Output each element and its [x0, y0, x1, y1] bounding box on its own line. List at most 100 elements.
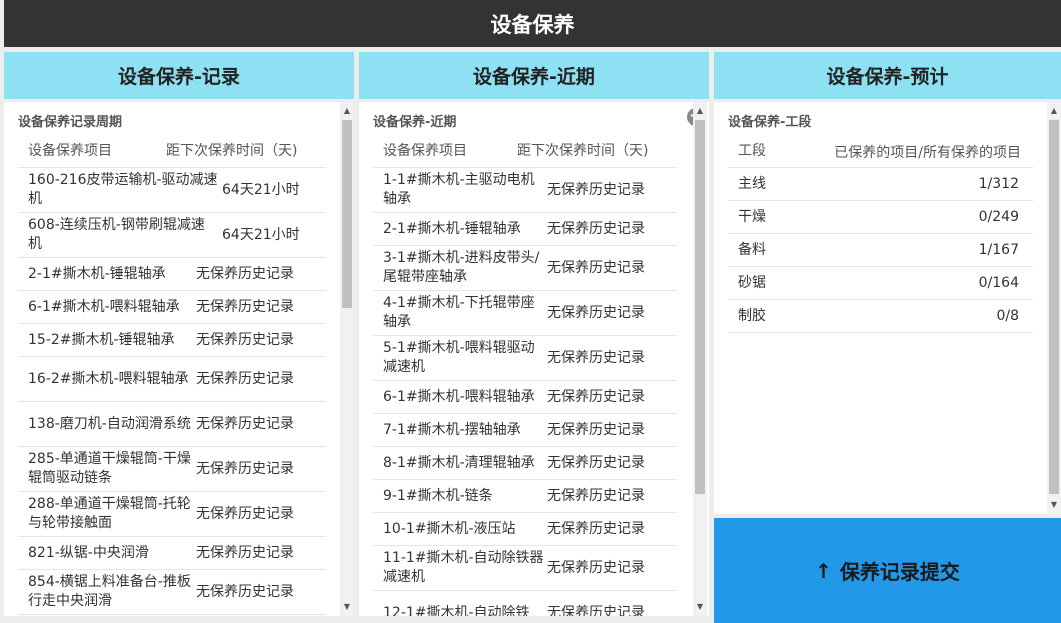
- stage-row[interactable]: 主线 1/312: [728, 168, 1033, 201]
- record-row-value: 无保养历史记录: [196, 505, 294, 522]
- record-row[interactable]: 285-单通道干燥辊筒-干燥辊筒驱动链条 无保养历史记录: [18, 447, 326, 492]
- forecast-scrollbar[interactable]: ▲ ▼: [1047, 102, 1061, 514]
- record-row[interactable]: 608-连续压机-钢带刷辊减速机 64天21小时: [18, 213, 326, 258]
- recent-row[interactable]: 5-1#撕木机-喂料辊驱动减速机 无保养历史记录: [373, 336, 677, 381]
- recent-col-item: 设备保养项目: [383, 143, 467, 159]
- recent-row[interactable]: 11-1#撕木机-自动除铁器减速机 无保养历史记录: [373, 546, 677, 591]
- recent-panel[interactable]: 设备保养-近期 ··· 设备保养项目 距下次保养时间（天) 1-1#撕木机-主驱…: [359, 102, 709, 616]
- record-row[interactable]: 160-216皮带运输机-驱动减速机 64天21小时: [18, 168, 326, 213]
- record-row[interactable]: 821-纵锯-中央润滑 无保养历史记录: [18, 537, 326, 570]
- stage-row-ratio: 1/312: [978, 176, 1019, 192]
- scroll-up-arrow-icon[interactable]: ▲: [693, 104, 707, 118]
- record-scrollbar-thumb[interactable]: [342, 120, 352, 308]
- record-list-header: 设备保养项目 距下次保养时间（天): [18, 136, 326, 168]
- panel-header-recent-title: 设备保养-近期: [473, 66, 595, 88]
- record-row-value: 无保养历史记录: [196, 298, 294, 315]
- record-row-item: 821-纵锯-中央润滑: [28, 544, 149, 561]
- scroll-up-arrow-icon[interactable]: ▲: [1047, 104, 1061, 118]
- stage-row-name: 主线: [738, 175, 766, 192]
- record-row[interactable]: 15-2#撕木机-锤辊轴承 无保养历史记录: [18, 324, 326, 357]
- recent-row-value: 无保养历史记录: [547, 304, 645, 321]
- recent-row-item: 11-1#撕木机-自动除铁器减速机: [383, 550, 544, 585]
- record-row-item: 16-2#撕木机-喂料辊轴承: [28, 370, 189, 387]
- recent-row-item: 4-1#撕木机-下托辊带座轴承: [383, 295, 535, 330]
- recent-row[interactable]: 9-1#撕木机-链条 无保养历史记录: [373, 480, 677, 513]
- recent-row[interactable]: 6-1#撕木机-喂料辊轴承 无保养历史记录: [373, 381, 677, 414]
- panel-header-record: 设备保养-记录: [4, 52, 354, 99]
- stage-row[interactable]: 砂锯 0/164: [728, 267, 1033, 300]
- forecast-scrollbar-thumb[interactable]: [1049, 120, 1059, 494]
- scroll-up-arrow-icon[interactable]: ▲: [340, 104, 354, 118]
- record-row-item: 2-1#撕木机-锤辊轴承: [28, 265, 166, 282]
- stage-table: 工段 已保养的项目/所有保养的项目 主线 1/312 干燥 0/249 备料 1…: [728, 136, 1033, 333]
- panel-header-record-title: 设备保养-记录: [118, 66, 240, 88]
- arrow-up-icon: ↑: [815, 558, 832, 583]
- recent-row-value: 无保养历史记录: [547, 259, 645, 276]
- stage-col-name: 工段: [738, 143, 766, 159]
- record-row[interactable]: 288-单通道干燥辊筒-托轮与轮带接触面 无保养历史记录: [18, 492, 326, 537]
- recent-row-value: 无保养历史记录: [547, 388, 645, 405]
- recent-row-value: 无保养历史记录: [547, 487, 645, 504]
- recent-row-item: 8-1#撕木机-清理辊轴承: [383, 454, 535, 471]
- recent-scrollbar-thumb[interactable]: [695, 120, 705, 494]
- stage-row-name: 备料: [738, 241, 766, 258]
- scroll-down-arrow-icon[interactable]: ▼: [340, 600, 354, 614]
- panel-header-recent: 设备保养-近期: [359, 52, 709, 99]
- submit-maintenance-record-button[interactable]: ↑ 保养记录提交: [714, 518, 1061, 623]
- recent-row[interactable]: 3-1#撕木机-进料皮带头/尾辊带座轴承 无保养历史记录: [373, 246, 677, 291]
- recent-row[interactable]: 4-1#撕木机-下托辊带座轴承 无保养历史记录: [373, 291, 677, 336]
- record-row[interactable]: 2-1#撕木机-锤辊轴承 无保养历史记录: [18, 258, 326, 291]
- record-row-item: 6-1#撕木机-喂料辊轴承: [28, 298, 180, 315]
- record-row[interactable]: 854-横锯上料准备台-推板行走中央润滑 无保养历史记录: [18, 570, 326, 615]
- record-panel[interactable]: 设备保养记录周期 设备保养项目 距下次保养时间（天) 160-216皮带运输机-…: [4, 102, 354, 616]
- recent-row[interactable]: 1-1#撕木机-主驱动电机轴承 无保养历史记录: [373, 168, 677, 213]
- panel-header-forecast: 设备保养-预计: [714, 52, 1061, 99]
- record-row-item: 854-横锯上料准备台-推板行走中央润滑: [28, 574, 191, 609]
- recent-row-item: 3-1#撕木机-进料皮带头/尾辊带座轴承: [383, 250, 540, 285]
- forecast-panel[interactable]: 设备保养-工段 工段 已保养的项目/所有保养的项目 主线 1/312 干燥 0/…: [714, 102, 1061, 514]
- record-row-value: 无保养历史记录: [196, 415, 294, 432]
- record-row[interactable]: 138-磨刀机-自动润滑系统 无保养历史记录: [18, 402, 326, 447]
- recent-row-item: 10-1#撕木机-液压站: [383, 520, 516, 537]
- recent-row-item: 5-1#撕木机-喂料辊驱动减速机: [383, 340, 535, 375]
- recent-row[interactable]: 12-1#撕木机-自动除铁 无保养历史记录: [373, 591, 677, 617]
- record-scrollbar[interactable]: ▲ ▼: [340, 102, 354, 616]
- recent-row-item: 2-1#撕木机-锤辊轴承: [383, 220, 521, 237]
- record-col-time: 距下次保养时间（天): [166, 143, 298, 159]
- recent-row-value: 无保养历史记录: [547, 604, 645, 617]
- record-list: 设备保养项目 距下次保养时间（天) 160-216皮带运输机-驱动减速机 64天…: [18, 136, 326, 615]
- stage-row[interactable]: 制胶 0/8: [728, 300, 1033, 333]
- record-row-item: 138-磨刀机-自动润滑系统: [28, 415, 191, 432]
- recent-row-value: 无保养历史记录: [547, 181, 645, 198]
- recent-row[interactable]: 10-1#撕木机-液压站 无保养历史记录: [373, 513, 677, 546]
- record-row[interactable]: 6-1#撕木机-喂料辊轴承 无保养历史记录: [18, 291, 326, 324]
- stage-row[interactable]: 备料 1/167: [728, 234, 1033, 267]
- recent-row-value: 无保养历史记录: [547, 454, 645, 471]
- record-row-value: 无保养历史记录: [196, 265, 294, 282]
- record-row[interactable]: 16-2#撕木机-喂料辊轴承 无保养历史记录: [18, 357, 326, 402]
- record-col-item: 设备保养项目: [28, 143, 112, 159]
- scroll-down-arrow-icon[interactable]: ▼: [693, 600, 707, 614]
- record-row-value: 无保养历史记录: [196, 583, 294, 600]
- forecast-section-title: 设备保养-工段: [728, 115, 812, 130]
- record-section-title: 设备保养记录周期: [18, 115, 123, 130]
- record-row-item: 160-216皮带运输机-驱动减速机: [28, 172, 218, 207]
- recent-list-header: 设备保养项目 距下次保养时间（天): [373, 136, 677, 168]
- recent-row-value: 无保养历史记录: [547, 220, 645, 237]
- recent-row[interactable]: 8-1#撕木机-清理辊轴承 无保养历史记录: [373, 447, 677, 480]
- recent-col-time: 距下次保养时间（天): [517, 143, 649, 159]
- recent-row-value: 无保养历史记录: [547, 349, 645, 366]
- stage-table-header: 工段 已保养的项目/所有保养的项目: [728, 136, 1033, 168]
- record-row-item: 608-连续压机-钢带刷辊减速机: [28, 217, 205, 252]
- record-row-value: 无保养历史记录: [196, 331, 294, 348]
- recent-row[interactable]: 7-1#撕木机-摆轴轴承 无保养历史记录: [373, 414, 677, 447]
- app-title-bar: 设备保养: [4, 0, 1061, 47]
- recent-scrollbar[interactable]: ▲ ▼: [693, 102, 707, 616]
- recent-row[interactable]: 2-1#撕木机-锤辊轴承 无保养历史记录: [373, 213, 677, 246]
- record-row-item: 15-2#撕木机-锤辊轴承: [28, 331, 175, 348]
- stage-row-name: 干燥: [738, 208, 766, 225]
- scroll-down-arrow-icon[interactable]: ▼: [1047, 498, 1061, 512]
- stage-row[interactable]: 干燥 0/249: [728, 201, 1033, 234]
- record-row-value: 64天21小时: [222, 181, 300, 198]
- recent-section-title: 设备保养-近期: [373, 115, 457, 130]
